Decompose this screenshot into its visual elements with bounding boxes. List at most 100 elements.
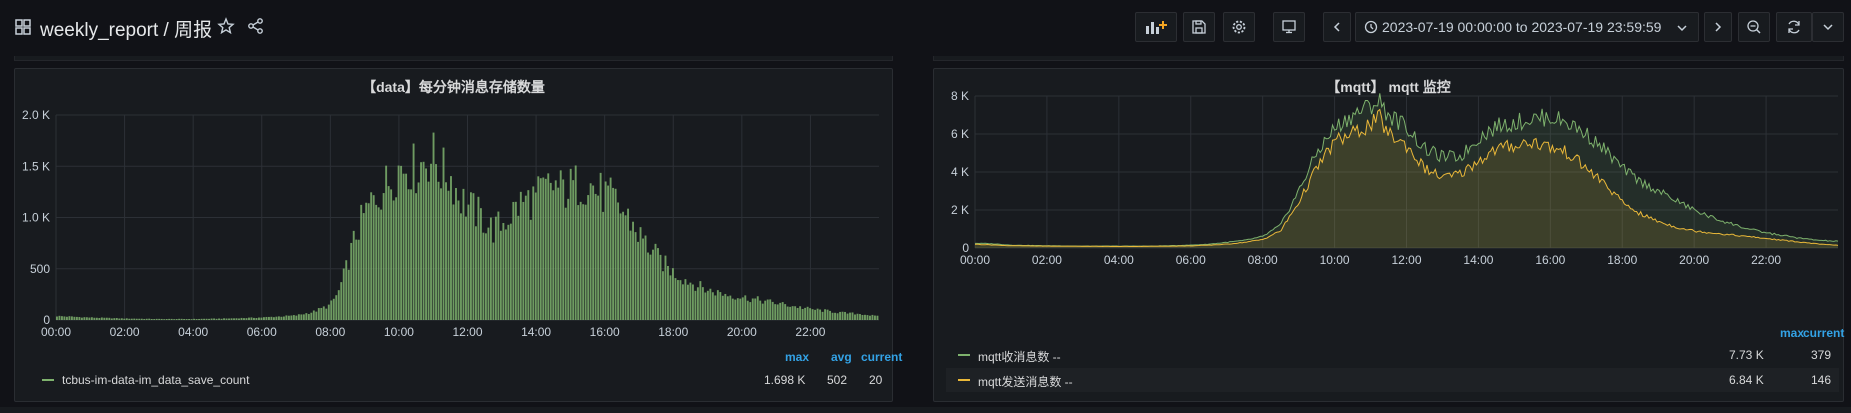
dashboard-settings-button[interactable]	[1223, 12, 1255, 42]
data-bar	[726, 296, 729, 320]
tv-mode-button[interactable]	[1273, 12, 1305, 42]
data-bar	[579, 201, 582, 320]
collapsed-panel-edge-right	[933, 56, 1844, 61]
save-icon	[1192, 20, 1206, 34]
legend-header-current[interactable]: current	[861, 350, 902, 364]
data-bar	[307, 314, 310, 320]
x-tick-label: 12:00	[1391, 253, 1421, 267]
data-bar	[467, 204, 470, 320]
data-bar	[527, 190, 530, 320]
data-bar	[814, 309, 817, 320]
dashboard-title[interactable]: weekly_report / 周报	[40, 15, 212, 42]
data-bar	[297, 314, 300, 320]
series-color-swatch[interactable]	[42, 379, 54, 381]
data-bar	[761, 303, 764, 320]
data-bar	[382, 193, 385, 320]
data-bar	[567, 198, 570, 320]
series-color-swatch[interactable]	[958, 354, 970, 356]
data-bar	[796, 307, 799, 320]
bar-chart-data-save-count[interactable]: 05001.0 K1.5 K2.0 K00:00 02:00 04:00 06:00 0…	[15, 69, 894, 369]
legend-series-name[interactable]: mqtt收消息数 --	[978, 348, 1061, 365]
legend-header-current[interactable]: current	[1803, 326, 1844, 340]
data-bar	[554, 180, 557, 320]
data-bar	[240, 317, 243, 320]
legend-header-max[interactable]: max	[785, 350, 809, 364]
zoom-out-button[interactable]	[1738, 12, 1770, 42]
legend-row[interactable]: tcbus-im-data-im_data_save_count 1.698 K…	[15, 368, 894, 392]
data-bar	[238, 318, 240, 320]
data-bar	[367, 203, 370, 320]
legend-series-name[interactable]: tcbus-im-data-im_data_save_count	[62, 373, 249, 387]
panel-mqtt-monitor[interactable]: 【mqtt】 mqtt 监控 02 K4 K6 K8 K 00:00 02:00 04…	[933, 68, 1844, 402]
panel-data-save-count[interactable]: 【data】每分钟消息存储数量 0 500 1.0 K 1.5 K 2.0 K 00:00…	[14, 68, 902, 402]
data-bar	[295, 315, 298, 320]
data-bar	[125, 318, 128, 320]
time-shift-forward-button[interactable]	[1704, 12, 1732, 42]
x-tick-label: 00:00	[960, 253, 990, 267]
legend-header-max[interactable]: max	[1780, 326, 1804, 340]
data-bar	[619, 213, 622, 320]
data-bar	[679, 280, 682, 320]
data-bar	[594, 193, 597, 320]
data-bar	[639, 227, 642, 320]
data-bar	[105, 317, 108, 320]
refresh-interval-dropdown[interactable]	[1812, 12, 1844, 42]
data-bar	[88, 317, 91, 320]
data-bar	[614, 188, 617, 320]
data-bar	[494, 216, 497, 320]
data-bar	[215, 318, 218, 320]
data-bar	[200, 318, 203, 320]
legend-series-name[interactable]: mqtt发送消息数 --	[978, 373, 1073, 390]
settings-icon	[1232, 20, 1246, 34]
data-bar	[155, 318, 158, 320]
data-bar	[709, 288, 712, 320]
data-bar	[821, 311, 824, 320]
data-bar	[73, 316, 76, 320]
data-bar	[831, 312, 834, 320]
data-bar	[654, 243, 657, 320]
series-color-swatch[interactable]	[958, 379, 970, 381]
data-bar	[794, 306, 797, 320]
data-bar	[56, 316, 58, 320]
data-bar	[447, 190, 450, 320]
x-tick-label: 14:00	[1463, 253, 1493, 267]
dashboard-grid-icon[interactable]	[14, 18, 32, 36]
time-shift-back-button[interactable]	[1323, 12, 1351, 42]
data-bar	[769, 299, 772, 320]
time-picker-button[interactable]: 2023-07-19 00:00:00 to 2023-07-19 23:59:…	[1355, 12, 1699, 42]
legend-row[interactable]: mqtt收消息数 -- 7.73 K 379	[946, 343, 1839, 367]
data-bar	[68, 316, 71, 320]
data-bar	[529, 219, 532, 320]
data-bar	[669, 275, 672, 320]
data-bar	[198, 318, 201, 320]
data-bar	[602, 211, 605, 320]
data-bar	[537, 176, 540, 320]
refresh-button[interactable]	[1776, 12, 1812, 42]
data-bar	[497, 211, 500, 320]
legend-header-avg[interactable]: avg	[831, 350, 852, 364]
data-bar	[335, 295, 338, 320]
data-bar	[138, 318, 141, 320]
data-bar	[133, 318, 136, 320]
data-bar	[292, 315, 295, 320]
x-tick-label: 18:00	[1607, 253, 1637, 267]
data-bar	[811, 309, 814, 320]
legend-row[interactable]: mqtt发送消息数 -- 6.84 K 146	[946, 368, 1839, 392]
data-bar	[599, 172, 602, 320]
data-bar	[634, 232, 637, 320]
data-bar	[734, 299, 737, 320]
data-bar	[205, 318, 208, 320]
y-tick-label: 8 K	[951, 89, 969, 103]
add-panel-button[interactable]	[1135, 12, 1177, 42]
data-bar	[430, 163, 432, 320]
data-bar	[160, 318, 163, 320]
data-bar	[95, 317, 98, 320]
share-icon[interactable]	[247, 17, 265, 35]
data-bar	[330, 300, 333, 320]
data-bar	[405, 173, 408, 320]
area-chart-mqtt[interactable]: 02 K4 K6 K8 K00:00 02:00 04:00 06:00 08:00 10…	[934, 69, 1845, 329]
data-bar	[377, 207, 380, 320]
save-dashboard-button[interactable]	[1183, 12, 1215, 42]
data-bar	[208, 318, 211, 320]
star-icon[interactable]	[217, 17, 235, 35]
